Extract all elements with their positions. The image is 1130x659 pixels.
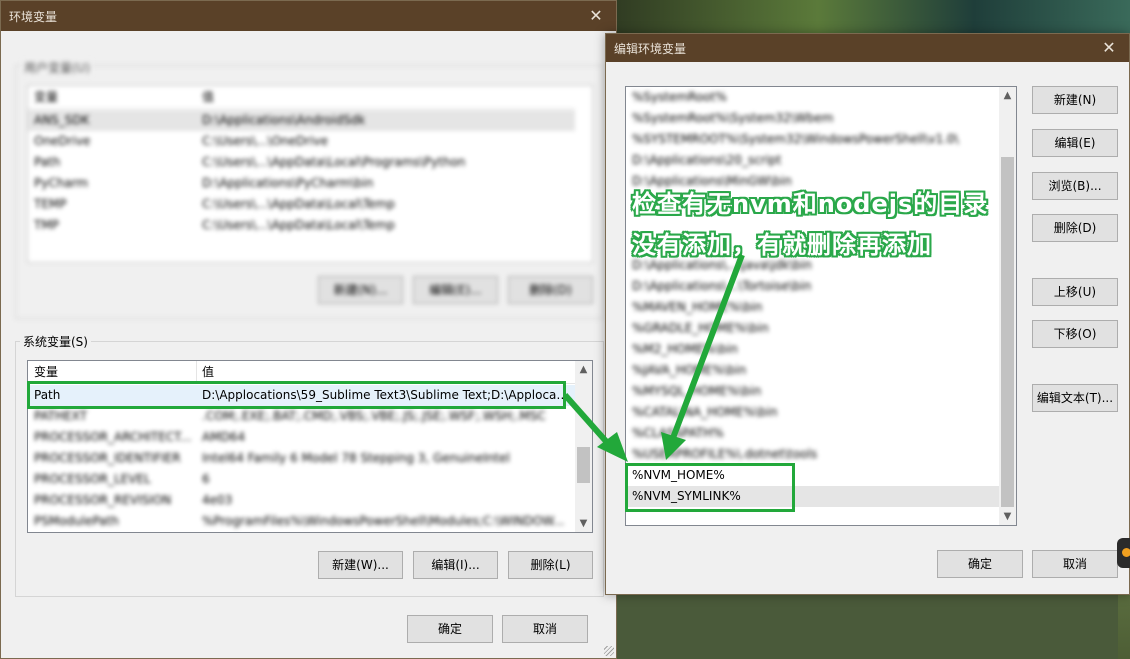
floating-widget-icon[interactable] [1117, 538, 1130, 568]
annotation-arrows [562, 253, 745, 462]
arrow-head-text [661, 432, 686, 460]
arrow-line-path [562, 393, 615, 450]
arrow-line-text [670, 253, 745, 440]
